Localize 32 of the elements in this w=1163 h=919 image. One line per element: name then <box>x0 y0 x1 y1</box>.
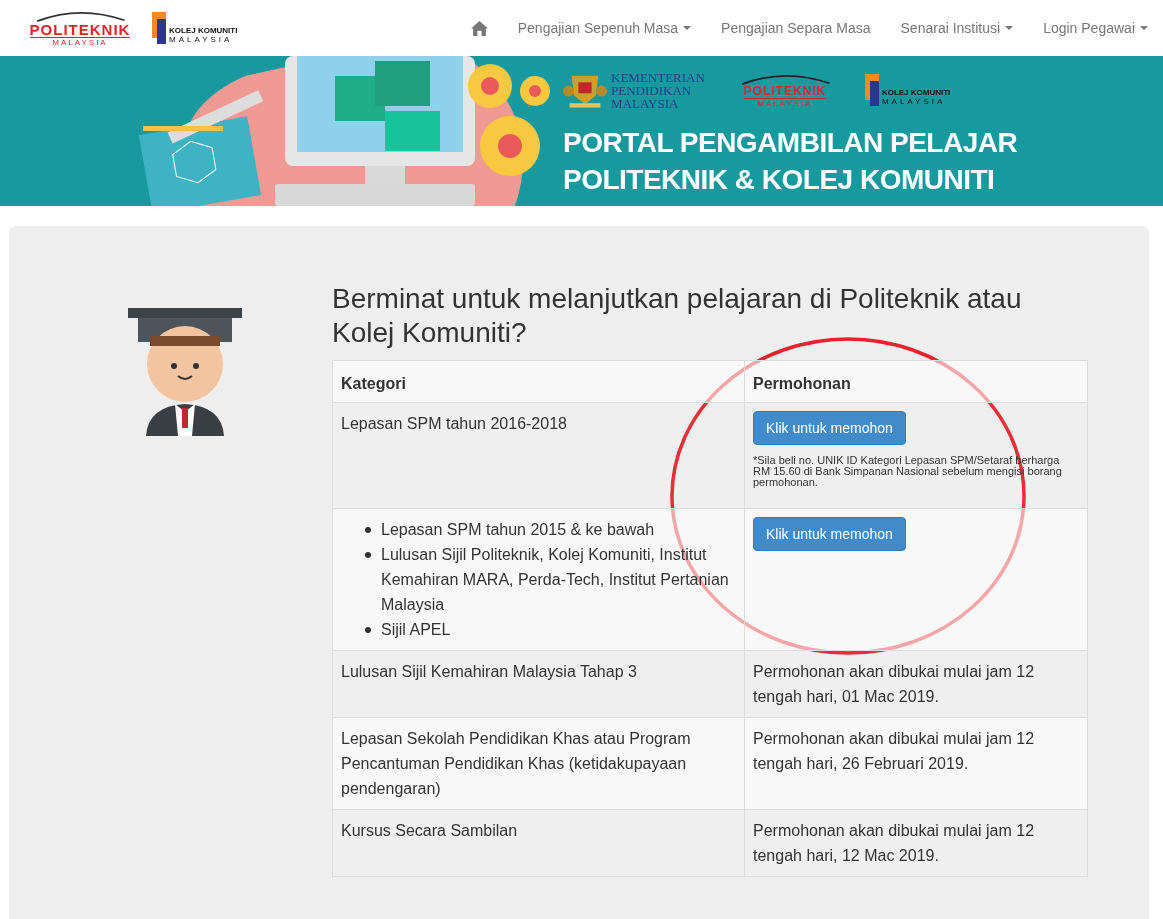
category-text: Kursus Secara Sambilan <box>341 822 518 839</box>
category-text: Lepasan SPM tahun 2016-2018 <box>341 415 567 432</box>
ministry-logo-text: KEMENTERIAN <box>611 70 705 84</box>
column-header: Permohonan <box>744 360 1088 403</box>
nav-link[interactable]: Pengajian Separa Masa <box>706 0 886 56</box>
apply-button[interactable]: Klik untuk memohon <box>753 517 906 551</box>
bullet-icon <box>365 627 371 633</box>
nav-link[interactable]: Pengajian Sepenuh Masa <box>502 0 707 56</box>
ministry-logo-text: MALAYSIA <box>611 96 680 110</box>
home-icon <box>470 20 488 36</box>
opening-date-text: Permohonan akan dibukai mulai jam 12 tengah hari, 26 Februari 2019. <box>753 730 1035 772</box>
kolej-komuniti-logo: KOLEJ KOMUNITI MALAYSIA <box>864 74 951 106</box>
ministry-logo-text: PENDIDIKAN <box>611 83 693 97</box>
banner-title: PORTAL PENGAMBILAN PELAJAR <box>563 126 1018 160</box>
category-list-item: Lulusan Sijil Politeknik, Kolej Komuniti, Institut Kemahiran MARA, Perda-Tech, Institut Pertanian Malaysia <box>381 545 730 615</box>
column-header: Kategori <box>332 360 745 403</box>
category-list-item: Sijil APEL <box>381 620 451 640</box>
bullet-icon <box>365 527 371 533</box>
nav-link[interactable]: Login Pegawai <box>1028 0 1163 56</box>
opening-date-text: Permohonan akan dibukai mulai jam 12 tengah hari, 01 Mac 2019. <box>753 663 1035 705</box>
nav-link[interactable]: Senarai Institusi <box>885 0 1029 56</box>
kolej-komuniti-logo[interactable]: KOLEJ KOMUNITI MALAYSIA <box>152 12 238 44</box>
banner-title: POLITEKNIK & KOLEJ KOMUNITI <box>563 163 996 197</box>
category-text: Lulusan Sijil Kemahiran Malaysia Tahap 3 <box>341 663 637 680</box>
opening-date-text: Permohonan akan dibukai mulai jam 12 tengah hari, 12 Mac 2019. <box>753 822 1035 864</box>
category-text: Lepasan Sekolah Pendidikan Khas atau Program Pencantuman Pendidikan Khas (ketidakupayaan pendengaran) <box>341 730 691 797</box>
intro-heading: Berminat untuk melanjutkan pelajaran di Politeknik atau Kolej Komuniti? <box>332 282 1023 350</box>
bullet-icon <box>365 552 371 558</box>
apply-button[interactable]: Klik untuk memohon <box>753 411 906 445</box>
politeknik-logo[interactable]: POLITEKNIK MALAYSIA <box>18 9 142 47</box>
politeknik-logo: POLITEKNIK MALAYSIA <box>734 72 835 108</box>
category-list-item: Lepasan SPM tahun 2015 & ke bawah <box>381 520 655 540</box>
